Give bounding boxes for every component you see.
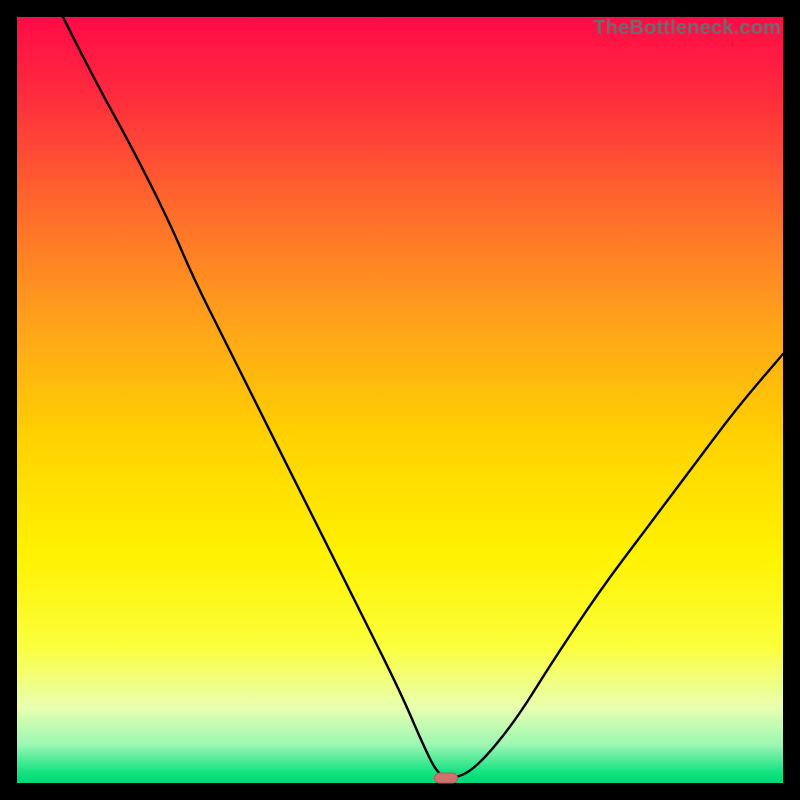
optimal-marker <box>434 773 458 784</box>
chart-frame: TheBottleneck.com <box>0 0 800 800</box>
bottleneck-curve <box>17 17 783 783</box>
plot-area: TheBottleneck.com <box>17 17 783 783</box>
watermark-text: TheBottleneck.com <box>593 17 781 40</box>
